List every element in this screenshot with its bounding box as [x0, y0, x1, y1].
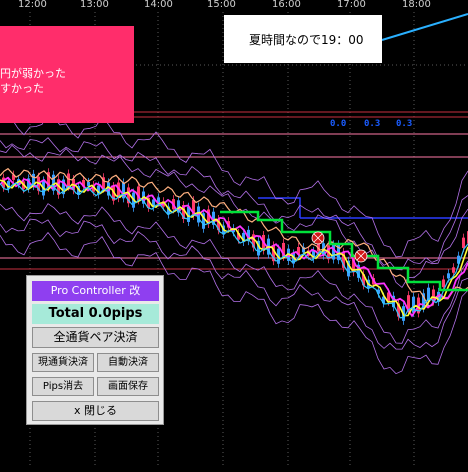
callout-pointer-line	[381, 13, 468, 41]
time-label: 12:00	[18, 0, 47, 10]
value-label: 0.0	[330, 119, 347, 129]
pro-controller-panel: Pro Controller 改 Total 0.0pips 全通貨ペア決済 現…	[26, 275, 164, 425]
candle-body	[442, 279, 445, 288]
callout-box: 夏時間なので19：00	[224, 15, 382, 63]
note-line: すかった	[0, 82, 44, 95]
value-label: 0.3	[396, 119, 413, 129]
auto-close-button[interactable]: 自動決済	[97, 353, 159, 372]
close-panel-button[interactable]: x 閉じる	[32, 401, 159, 421]
callout-text: 夏時間なので19：00	[249, 33, 364, 47]
time-label: 18:00	[402, 0, 431, 10]
annotation-note-pink: 円が弱かった すかった	[0, 26, 134, 123]
panel-title[interactable]: Pro Controller 改	[32, 281, 159, 301]
note-line: 円が弱かった	[0, 67, 66, 80]
clear-pips-button[interactable]: Pips消去	[32, 377, 94, 396]
candle-body	[462, 237, 465, 248]
candle-body	[412, 296, 415, 313]
time-label: 15:00	[207, 0, 236, 10]
close-all-pairs-button[interactable]: 全通貨ペア決済	[32, 327, 159, 348]
band-line	[0, 144, 468, 289]
candle-body	[332, 244, 335, 260]
candle-body	[87, 181, 90, 186]
time-label: 13:00	[80, 0, 109, 10]
candle-body	[452, 267, 455, 273]
time-label: 17:00	[337, 0, 366, 10]
save-screen-button[interactable]: 画面保存	[97, 377, 159, 396]
close-current-pair-button[interactable]: 現通貨決済	[32, 353, 94, 372]
value-label: 0.3	[364, 119, 381, 129]
time-label: 14:00	[144, 0, 173, 10]
total-pips-display: Total 0.0pips	[32, 304, 159, 324]
candle-body	[67, 173, 70, 187]
candle-body	[447, 273, 450, 279]
time-label: 16:00	[272, 0, 301, 10]
